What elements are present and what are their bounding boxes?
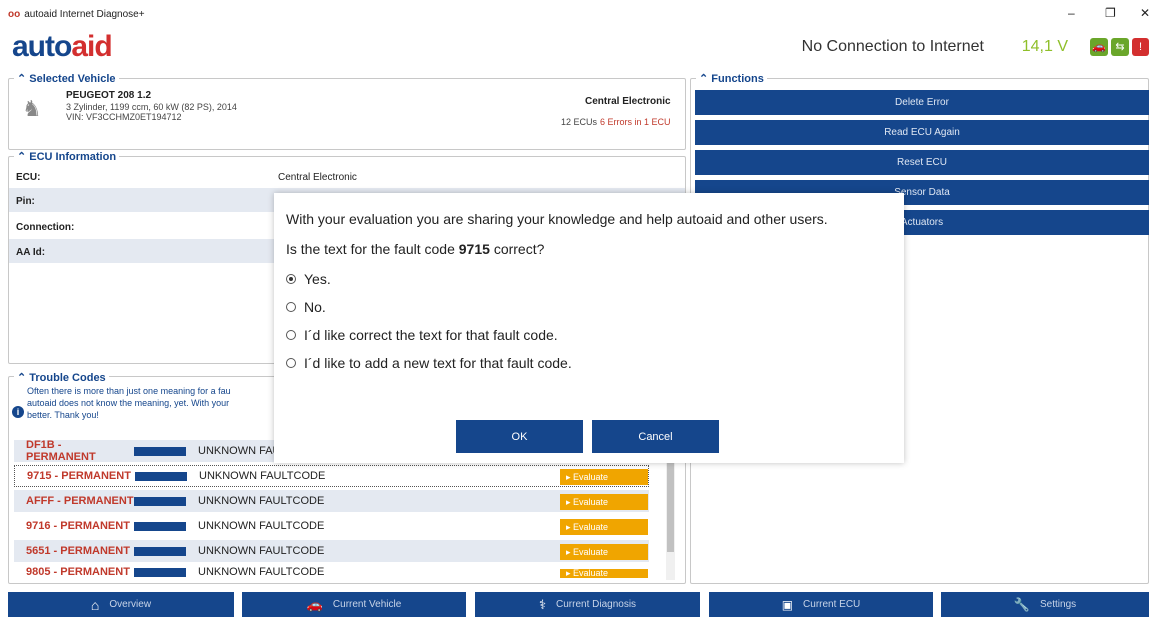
ok-button[interactable]: OK [456, 420, 583, 453]
home-icon: ⌂ [90, 596, 100, 613]
evaluate-button[interactable]: ▸ Evaluate [560, 544, 648, 560]
voltage-readout: 14,1 V [1021, 38, 1068, 55]
window-titlebar: ᴏᴏ autoaid Internet Diagnose+ [0, 0, 1149, 28]
stethoscope-icon: ⚕ [538, 596, 546, 612]
trouble-code-row[interactable]: 5651 - PERMANENT UNKNOWN FAULTCODE [14, 540, 649, 562]
info-line-2: autoaid does not know the meaning, yet. … [27, 398, 230, 408]
connection-status: No Connection to Internet [801, 38, 984, 55]
nav-current-diagnosis[interactable]: ⚕ Current Diagnosis [475, 592, 700, 617]
trouble-code-row[interactable]: 9805 - PERMANENT UNKNOWN FAULTCODE [14, 566, 649, 578]
minimize-button[interactable]: – [1068, 6, 1075, 20]
evaluate-button[interactable]: ▸ Evaluate [560, 569, 648, 578]
read-ecu-again-button[interactable]: Read ECU Again [695, 120, 1149, 145]
radio-icon [286, 358, 296, 368]
option-add-text[interactable]: I´d like to add a new text for that faul… [286, 355, 572, 371]
radio-icon [286, 302, 296, 312]
bottom-nav: ⌂ Overview 🚗 Current Vehicle ⚕ Current Diag… [0, 592, 1149, 617]
nav-settings[interactable]: 🔧 Settings [941, 592, 1149, 617]
error-count: 6 Errors in 1 ECU [600, 117, 671, 127]
selected-system: Central Electronic [585, 96, 671, 107]
dialog-intro: With your evaluation you are sharing you… [286, 211, 828, 227]
evaluate-button[interactable]: ▸ Evaluate [560, 469, 648, 485]
vehicle-vin: VIN: VF3CCHMZ0ET194712 [66, 112, 182, 122]
vehicle-name: PEUGEOT 208 1.2 [66, 90, 152, 101]
info-line-3: better. Thank you! [27, 410, 99, 420]
car-icon: 🚗 [306, 596, 323, 612]
close-button[interactable]: ✕ [1140, 6, 1149, 20]
maximize-button[interactable]: ❐ [1105, 6, 1116, 20]
info-line-1: Often there is more than just one meanin… [27, 386, 231, 396]
nav-current-vehicle[interactable]: 🚗 Current Vehicle [242, 592, 466, 617]
trouble-codes-label: ⌃ Trouble Codes [14, 371, 109, 384]
radio-icon [286, 330, 296, 340]
autoaid-logo: autoaid [12, 30, 113, 63]
internet-status-icon: ! [1132, 38, 1149, 56]
nav-current-ecu[interactable]: ▣ Current ECU [709, 592, 933, 617]
vehicle-status-icon: 🚗 [1090, 38, 1108, 56]
cancel-button[interactable]: Cancel [592, 420, 719, 453]
chip-icon: ▣ [781, 597, 794, 612]
radio-selected-icon [286, 274, 296, 284]
trouble-code-row-selected[interactable]: 9715 - PERMANENT UNKNOWN FAULTCODE [14, 465, 649, 487]
vehicle-details: 3 Zylinder, 1199 ccm, 60 kW (82 PS), 201… [66, 102, 237, 112]
usb-status-icon: ⇆ [1111, 38, 1129, 56]
evaluation-dialog: With your evaluation you are sharing you… [274, 193, 904, 463]
wrench-icon: 🔧 [1013, 596, 1031, 612]
ecu-key: ECU: [16, 172, 41, 183]
aaid-key: AA Id: [16, 247, 46, 258]
window-title: autoaid Internet Diagnose+ [24, 8, 145, 20]
ecu-count: 12 ECUs [561, 117, 598, 127]
info-icon: i [12, 406, 24, 418]
option-no[interactable]: No. [286, 299, 326, 315]
ecu-value: Central Electronic [278, 172, 357, 183]
app-header: autoaid No Connection to Internet 14,1 V… [0, 28, 1149, 70]
trouble-code-row[interactable]: AFFF - PERMANENT UNKNOWN FAULTCODE [14, 490, 649, 512]
nav-overview[interactable]: ⌂ Overview [8, 592, 234, 617]
functions-label: ⌃ Functions [696, 72, 767, 85]
trouble-code-row[interactable]: 9716 - PERMANENT UNKNOWN FAULTCODE [14, 515, 649, 537]
option-correct-text[interactable]: I´d like correct the text for that fault… [286, 327, 558, 343]
fault-code: 9715 [458, 241, 490, 257]
evaluate-button[interactable]: ▸ Evaluate [560, 519, 648, 535]
selected-vehicle-label: ⌃ Selected Vehicle [14, 72, 119, 85]
delete-error-button[interactable]: Delete Error [695, 90, 1149, 115]
app-icon: ᴏᴏ [8, 8, 21, 20]
reset-ecu-button[interactable]: Reset ECU [695, 150, 1149, 175]
evaluate-button[interactable]: ▸ Evaluate [560, 494, 648, 510]
dialog-question: Is the text for the fault code 9715 corr… [286, 241, 545, 257]
pin-key: Pin: [16, 196, 35, 207]
ecu-info-label: ⌃ ECU Information [14, 150, 120, 163]
connection-key: Connection: [16, 222, 75, 233]
peugeot-logo-icon: ♞ [22, 96, 42, 121]
option-yes[interactable]: Yes. [286, 271, 331, 287]
